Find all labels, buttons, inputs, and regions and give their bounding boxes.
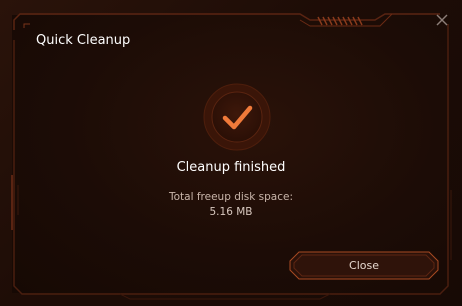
checkmark-icon [203, 83, 271, 151]
freeup-value: 5.16 MB [209, 206, 253, 218]
close-button[interactable]: Close [289, 251, 439, 280]
dialog-title: Quick Cleanup [36, 33, 131, 48]
status-heading: Cleanup finished [176, 160, 286, 175]
close-x-icon[interactable] [434, 12, 450, 28]
freeup-label: Total freeup disk space: [168, 191, 294, 203]
close-button-label: Close [349, 259, 379, 272]
